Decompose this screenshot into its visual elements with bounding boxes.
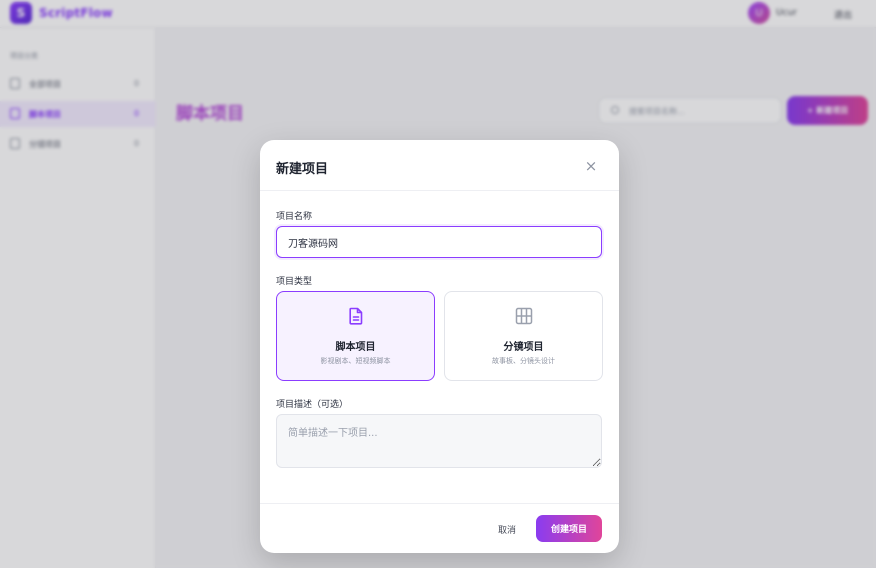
type-card-storyboard[interactable]: 分镜项目 故事板、分镜头设计 [444, 291, 603, 381]
new-project-dialog: 新建项目 × 项目名称 项目类型 脚本项目 影视剧本、短视频脚本 分镜项目 故事… [260, 140, 619, 553]
project-name-input[interactable] [276, 226, 602, 258]
type-card-desc: 故事板、分镜头设计 [492, 357, 555, 365]
document-icon [349, 307, 363, 325]
project-description-label: 项目描述（可选） [276, 400, 349, 410]
project-type-label: 项目类型 [276, 277, 313, 287]
create-project-button[interactable]: 创建项目 [536, 515, 602, 542]
type-card-desc: 影视剧本、短视频脚本 [320, 357, 391, 365]
type-card-title: 分镜项目 [503, 342, 544, 353]
divider [260, 190, 619, 191]
project-name-label: 项目名称 [276, 212, 313, 222]
dialog-title: 新建项目 [276, 162, 329, 177]
type-card-script[interactable]: 脚本项目 影视剧本、短视频脚本 [276, 291, 435, 381]
project-description-input[interactable] [276, 414, 602, 468]
storyboard-grid-icon [515, 307, 533, 325]
close-icon[interactable]: × [583, 156, 599, 176]
divider [260, 503, 619, 504]
cancel-button[interactable]: 取消 [490, 517, 524, 541]
type-card-title: 脚本项目 [335, 342, 376, 353]
